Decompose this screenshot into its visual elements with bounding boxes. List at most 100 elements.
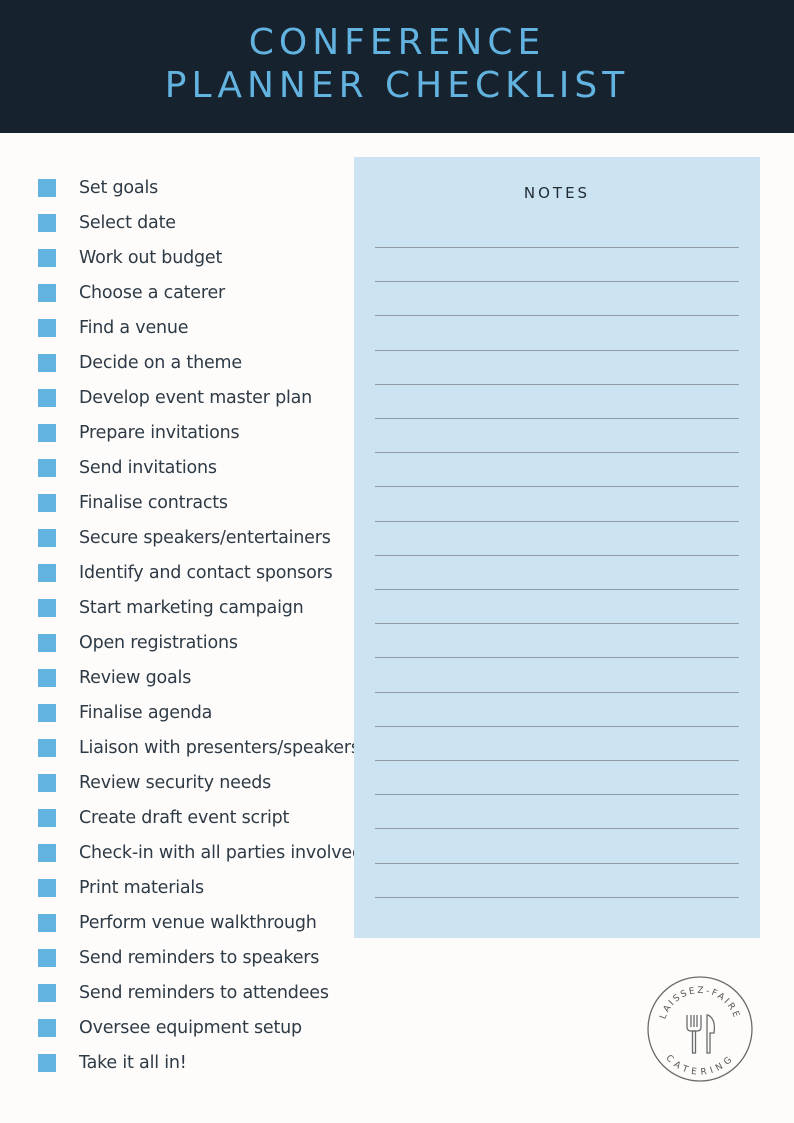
checkbox[interactable] (38, 703, 56, 722)
checkbox[interactable] (38, 423, 56, 442)
checkbox[interactable] (38, 843, 56, 862)
checklist-item[interactable]: Decide on a theme (38, 345, 348, 380)
note-line[interactable] (375, 589, 739, 590)
note-line[interactable] (375, 657, 739, 659)
checklist-item[interactable]: Create draft event script (38, 800, 348, 835)
note-line[interactable] (375, 691, 739, 693)
checklist-item-label: Develop event master plan (79, 387, 313, 408)
checkbox[interactable] (38, 318, 56, 337)
note-line[interactable] (375, 418, 739, 419)
checklist-item-label: Finalise agenda (79, 702, 213, 723)
checkbox[interactable] (38, 878, 56, 897)
checklist-item[interactable]: Prepare invitations (38, 415, 348, 450)
checklist-item-label: Send invitations (79, 457, 217, 478)
checklist-item-label: Find a venue (79, 317, 189, 338)
checkbox[interactable] (38, 353, 56, 372)
note-line[interactable] (375, 760, 739, 761)
note-line[interactable] (375, 794, 739, 796)
checklist-item[interactable]: Choose a caterer (38, 275, 348, 310)
checklist-item-label: Open registrations (79, 632, 238, 653)
note-line[interactable] (375, 623, 739, 625)
note-line[interactable] (375, 247, 739, 248)
checkbox[interactable] (38, 773, 56, 792)
checklist-item[interactable]: Send reminders to attendees (38, 975, 348, 1010)
checklist-item-label: Work out budget (79, 247, 223, 268)
checklist-item-label: Set goals (79, 177, 159, 198)
checklist-item[interactable]: Review security needs (38, 765, 348, 800)
checklist-item-label: Identify and contact sponsors (79, 562, 333, 583)
checkbox[interactable] (38, 633, 56, 652)
notes-title: NOTES (523, 184, 591, 202)
checklist-item[interactable]: Print materials (38, 870, 348, 905)
note-line[interactable] (375, 452, 739, 454)
checklist-item[interactable]: Work out budget (38, 240, 348, 275)
checkbox[interactable] (38, 738, 56, 757)
checklist-item-label: Create draft event script (79, 807, 290, 828)
checklist-item[interactable]: Select date (38, 205, 348, 240)
header-banner: CONFERENCE PLANNER CHECKLIST (0, 0, 794, 133)
checkbox[interactable] (38, 913, 56, 932)
checklist-item-label: Print materials (79, 877, 204, 898)
checklist-item-label: Select date (79, 212, 176, 233)
note-line[interactable] (375, 349, 739, 351)
checklist-item-label: Perform venue walkthrough (79, 912, 317, 933)
checkbox[interactable] (38, 178, 56, 197)
note-line[interactable] (375, 520, 739, 522)
checklist-item[interactable]: Oversee equipment setup (38, 1010, 348, 1045)
checklist-item[interactable]: Send reminders to speakers (38, 940, 348, 975)
checkbox[interactable] (38, 1018, 56, 1037)
catering-logo: LAISSEZ-FAIRE CATERING (646, 975, 754, 1083)
checkbox[interactable] (38, 213, 56, 232)
checklist-item[interactable]: Send invitations (38, 450, 348, 485)
checklist-item[interactable]: Find a venue (38, 310, 348, 345)
checklist-item[interactable]: Identify and contact sponsors (38, 555, 348, 590)
checkbox[interactable] (38, 563, 56, 582)
checklist-item-label: Oversee equipment setup (79, 1017, 302, 1038)
checkbox[interactable] (38, 388, 56, 407)
note-line[interactable] (375, 486, 739, 488)
note-line[interactable] (375, 383, 739, 385)
checkbox[interactable] (38, 458, 56, 477)
note-line[interactable] (375, 862, 739, 864)
checkbox[interactable] (38, 1053, 56, 1072)
notes-panel: NOTES (354, 157, 760, 938)
checkbox[interactable] (38, 528, 56, 547)
checklist-item-label: Take it all in! (79, 1052, 187, 1073)
checkbox[interactable] (38, 983, 56, 1002)
checklist-item[interactable]: Perform venue walkthrough (38, 905, 348, 940)
checklist-item[interactable]: Start marketing campaign (38, 590, 348, 625)
note-line[interactable] (375, 896, 739, 898)
checklist-item[interactable]: Check-in with all parties involved (38, 835, 363, 870)
checklist-item[interactable]: Finalise contracts (38, 485, 348, 520)
checklist-item[interactable]: Take it all in! (38, 1045, 348, 1080)
checklist-item-label: Liaison with presenters/speakers (79, 737, 360, 758)
logo-top-text: LAISSEZ-FAIRE (658, 986, 741, 1021)
checkbox[interactable] (38, 493, 56, 512)
note-line[interactable] (375, 554, 739, 556)
checklist-item[interactable]: Liaison with presenters/speakers (38, 730, 360, 765)
checklist-item[interactable]: Develop event master plan (38, 380, 348, 415)
note-line[interactable] (375, 828, 739, 830)
checklist-item-label: Check-in with all parties involved (79, 842, 363, 863)
checklist-item[interactable]: Finalise agenda (38, 695, 348, 730)
checklist-item[interactable]: Open registrations (38, 625, 348, 660)
checkbox[interactable] (38, 248, 56, 267)
checkbox[interactable] (38, 948, 56, 967)
note-line[interactable] (375, 725, 739, 727)
checklist-item[interactable]: Review goals (38, 660, 348, 695)
checklist-item[interactable]: Set goals (38, 170, 348, 205)
logo-badge: LAISSEZ-FAIRE CATERING (647, 976, 753, 1082)
checklist-item-label: Secure speakers/entertainers (79, 527, 331, 548)
note-line[interactable] (375, 315, 739, 317)
page-title-line-1: CONFERENCE (248, 22, 546, 63)
checklist-item-label: Prepare invitations (79, 422, 240, 443)
checkbox[interactable] (38, 283, 56, 302)
checkbox[interactable] (38, 668, 56, 687)
page-title-line-2: PLANNER CHECKLIST (164, 65, 630, 106)
checklist-item[interactable]: Secure speakers/entertainers (38, 520, 348, 555)
checkbox[interactable] (38, 598, 56, 617)
note-line[interactable] (375, 281, 739, 283)
checkbox[interactable] (38, 808, 56, 827)
checklist-item-label: Finalise contracts (79, 492, 228, 513)
fork-and-knife-icon (686, 1014, 716, 1054)
